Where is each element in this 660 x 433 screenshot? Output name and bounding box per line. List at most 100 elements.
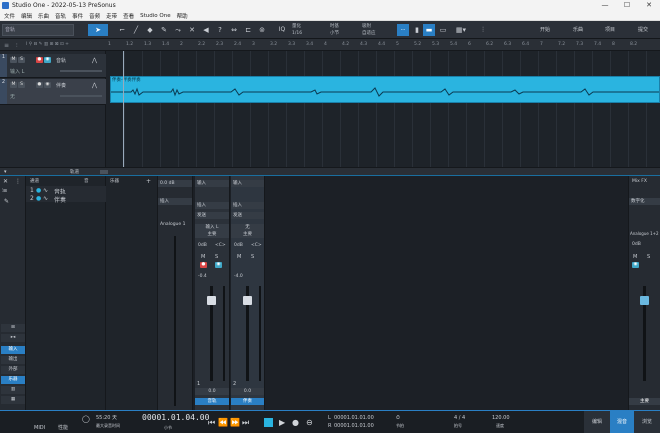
playhead[interactable] bbox=[123, 51, 124, 167]
track-input[interactable]: 输入 L bbox=[10, 68, 24, 75]
bend-tool-button[interactable]: ⤳ bbox=[172, 24, 184, 36]
quantize-value[interactable]: 1/16 bbox=[292, 31, 302, 36]
monitor-button[interactable]: ◉ bbox=[44, 57, 51, 63]
input-slot[interactable]: 输入 bbox=[231, 180, 264, 187]
instruments-tab[interactable]: 乐器 bbox=[1, 376, 25, 384]
edit-view-button[interactable]: 编辑 bbox=[584, 411, 610, 433]
fold-button[interactable]: ⊞ bbox=[1, 324, 25, 332]
auto-scroll-button[interactable]: ⇔ bbox=[228, 24, 240, 36]
record-button[interactable]: ● bbox=[292, 418, 299, 427]
mix-view-button[interactable]: 混音 bbox=[610, 411, 634, 433]
visible-icon[interactable]: ● bbox=[36, 195, 41, 202]
record-arm-button[interactable]: ● bbox=[36, 82, 43, 88]
view-tab-1[interactable]: ▥ bbox=[1, 386, 25, 394]
fader-knob[interactable] bbox=[243, 296, 252, 305]
loop-tool-button[interactable]: ⊚ bbox=[256, 24, 268, 36]
loop-button[interactable]: ⊖ bbox=[306, 418, 313, 427]
help-tool-button[interactable]: ? bbox=[214, 24, 226, 36]
arrange-view[interactable] bbox=[106, 51, 660, 167]
audio-clip[interactable]: 伴奏-伴奏伴奏 bbox=[110, 76, 660, 103]
send-slot[interactable]: 发送 bbox=[195, 212, 229, 219]
fader-knob[interactable] bbox=[640, 296, 649, 305]
loop-left-value[interactable]: 00001.01.01.00 bbox=[334, 415, 374, 421]
solo-button[interactable]: S bbox=[251, 254, 254, 260]
channel-row[interactable]: 1 ● ∿ 音轨 bbox=[26, 186, 106, 196]
stop-button[interactable] bbox=[264, 418, 273, 427]
visible-icon[interactable]: ● bbox=[36, 187, 41, 194]
send-slot[interactable]: 发送 bbox=[231, 212, 264, 219]
menu-view[interactable]: 查看 bbox=[123, 12, 134, 20]
track-header-1[interactable]: 1 M S ● ◉ 音轨 ⋀ 输入 L bbox=[0, 54, 106, 78]
menu-event[interactable]: 事件 bbox=[72, 12, 83, 20]
channel-name[interactable]: 音轨 bbox=[195, 398, 229, 405]
mute-button[interactable]: M bbox=[201, 254, 205, 260]
automation-readout[interactable]: 0.0 bbox=[195, 388, 229, 395]
track-header-2[interactable]: 2 M S ● ◉ 伴奏 ⋀ 无 bbox=[0, 79, 106, 105]
insert-slot[interactable]: 插入 bbox=[195, 202, 229, 209]
output-routing[interactable]: Analogue 1+2 bbox=[630, 231, 659, 236]
rewind-button[interactable]: ⏪ bbox=[218, 418, 228, 427]
menu-track[interactable]: 音轨 bbox=[55, 12, 66, 20]
expand-button[interactable]: ▸◂ bbox=[1, 334, 25, 342]
external-tab[interactable]: 外部 bbox=[1, 366, 25, 374]
grid-button[interactable]: ▮ bbox=[411, 24, 423, 36]
maximize-button[interactable]: ☐ bbox=[616, 0, 638, 11]
snap-toggle-button[interactable]: ·· bbox=[397, 24, 409, 36]
track-dropdown[interactable]: 音轨 bbox=[2, 24, 74, 36]
mute-button[interactable]: M bbox=[10, 82, 17, 88]
project-page-button[interactable]: 项目 bbox=[597, 24, 623, 36]
record-arm-button[interactable]: ● bbox=[36, 57, 43, 63]
close-button[interactable]: ✕ bbox=[638, 0, 660, 11]
input-list-icon[interactable]: ⫶⊞ bbox=[2, 188, 7, 194]
solo-button[interactable]: S bbox=[18, 57, 25, 63]
mute-tool-button[interactable]: ✕ bbox=[186, 24, 198, 36]
menu-song[interactable]: 乐曲 bbox=[38, 12, 49, 20]
share-button[interactable]: 提交 bbox=[630, 24, 656, 36]
add-instrument-icon[interactable]: + bbox=[146, 178, 151, 185]
inputs-tab[interactable]: 输入 bbox=[1, 346, 25, 354]
arrow-tool-button[interactable]: ➤ bbox=[88, 24, 108, 36]
expand-icon[interactable]: ▾ bbox=[4, 169, 7, 175]
channel-name[interactable]: 主要 bbox=[629, 398, 660, 405]
output-routing[interactable]: 主要 bbox=[195, 231, 229, 238]
input-routing[interactable]: 输入 L bbox=[195, 224, 229, 231]
menu-studio-one[interactable]: Studio One bbox=[140, 13, 170, 19]
menu-audio[interactable]: 音频 bbox=[89, 12, 100, 20]
wrench-icon[interactable]: ✎ bbox=[4, 198, 9, 205]
menu-help[interactable]: 帮助 bbox=[177, 12, 188, 20]
strip-header[interactable]: 0.0 dB bbox=[158, 180, 192, 187]
song-page-button[interactable]: 乐曲 bbox=[565, 24, 591, 36]
pan-value[interactable]: <C> bbox=[215, 243, 226, 248]
track-marker-icon[interactable]: ⫶ bbox=[16, 42, 18, 50]
snap-tool-button[interactable]: ⊏ bbox=[242, 24, 254, 36]
tracklist-menu-icon[interactable]: ≡ bbox=[4, 42, 9, 49]
track-tools-icon[interactable]: Ⅰ ⚲ ⊟ ✎ ▥ ⊞ ⊠ ⊡ + bbox=[26, 42, 69, 47]
loop-right-value[interactable]: 00001.01.01.00 bbox=[334, 423, 374, 429]
view-options-button[interactable]: ▦▾ bbox=[452, 24, 470, 36]
layout-button[interactable]: ▭ bbox=[437, 24, 449, 36]
outputs-tab[interactable]: 输出 bbox=[1, 356, 25, 364]
input-slot[interactable]: 输入 bbox=[195, 180, 229, 187]
insert-slot[interactable]: 插入 bbox=[158, 198, 192, 205]
insert-slot[interactable]: 插入 bbox=[231, 202, 264, 209]
pan-value[interactable]: <C> bbox=[251, 243, 262, 248]
track-name[interactable]: 伴奏 bbox=[56, 82, 66, 89]
menu-edit[interactable]: 编辑 bbox=[21, 12, 32, 20]
end-button[interactable]: ⏭ bbox=[242, 418, 249, 427]
snap-value[interactable]: 自适应 bbox=[362, 31, 376, 36]
output-routing[interactable]: 主要 bbox=[231, 231, 264, 238]
volume-slider[interactable] bbox=[60, 95, 102, 97]
channel-name[interactable]: 伴奏 bbox=[231, 398, 264, 405]
view-tab-2[interactable]: ▦ bbox=[1, 396, 25, 404]
mute-button[interactable]: M bbox=[633, 254, 637, 260]
menu-transport[interactable]: 走带 bbox=[106, 12, 117, 20]
input-routing[interactable]: 无 bbox=[231, 224, 264, 231]
solo-button[interactable]: S bbox=[18, 82, 25, 88]
range-tool-button[interactable]: ⌐ bbox=[116, 24, 128, 36]
mute-button[interactable]: M bbox=[237, 254, 241, 260]
monitor-button[interactable]: ◉ bbox=[215, 262, 222, 268]
solo-button[interactable]: S bbox=[215, 254, 218, 260]
rewind-start-button[interactable]: ⏮ bbox=[208, 418, 215, 427]
solo-button[interactable]: S bbox=[647, 254, 650, 260]
track-name[interactable]: 音轨 bbox=[56, 57, 66, 64]
